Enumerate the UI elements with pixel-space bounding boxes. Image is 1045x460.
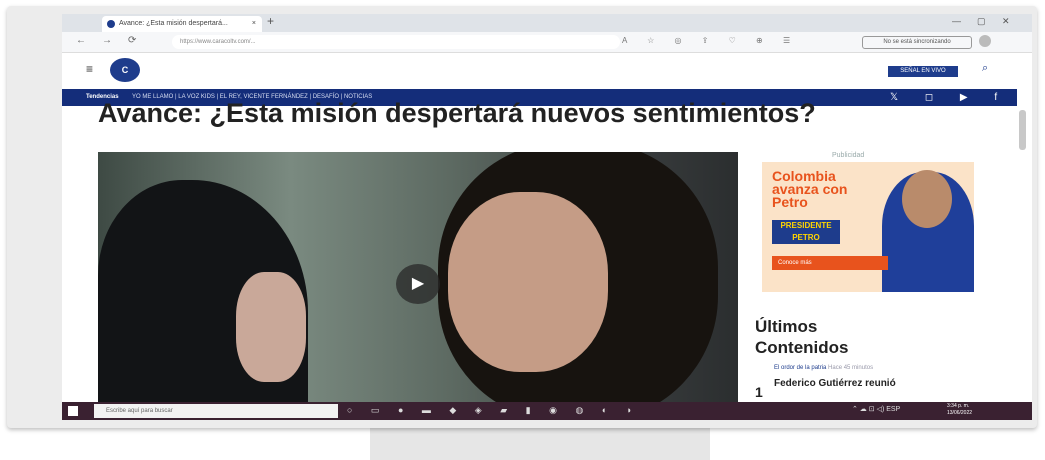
profile-avatar[interactable] — [979, 35, 991, 47]
hamburger-menu-icon[interactable]: ≡ — [86, 62, 93, 76]
clock-time: 3:34 p. m. — [947, 403, 970, 409]
tab-close-icon[interactable]: × — [252, 16, 256, 32]
minimize-icon[interactable]: — — [952, 16, 961, 26]
ad-cta-button[interactable]: Conoce más — [772, 256, 888, 270]
forward-icon[interactable]: → — [102, 35, 112, 46]
taskbar-app-icons[interactable]: ○ ▭ ● ▬ ◆ ◈ ▰ ▮ ◉ ◍ ◐ ◑ — [347, 405, 639, 416]
social-icons[interactable]: 𝕏 ◻ ▶ f — [890, 89, 1009, 106]
new-tab-button[interactable]: + — [267, 14, 274, 28]
site-logo[interactable]: C — [110, 58, 140, 82]
browser-tab-bar: Avance: ¿Esta misión despertará... × + —… — [62, 14, 1032, 32]
scrollbar-thumb[interactable] — [1019, 110, 1026, 150]
latest-item-number: 1 — [755, 384, 763, 400]
play-icon[interactable]: ▶ — [396, 264, 440, 304]
monitor: Avance: ¿Esta misión despertará... × + —… — [0, 0, 1045, 460]
maximize-icon[interactable]: ▢ — [977, 16, 986, 27]
latest-item-meta: El ordor de la patria Hace 45 minutos — [774, 365, 873, 371]
ad-badge: PRESIDENTE PETRO — [772, 220, 840, 244]
taskbar-clock[interactable]: 3:34 p. m. 13/06/2022 — [947, 403, 972, 417]
sync-button[interactable]: No se está sincronizando — [862, 36, 972, 49]
site-header: ≡ C SEÑAL EN VIVO ⌕ — [62, 53, 1017, 87]
ad-headline: Colombia avanza con Petro — [772, 169, 847, 210]
toolbar-icons[interactable]: A ☆ ◎ ⇪ ♡ ⊕ ☰ — [622, 36, 799, 45]
article-headline: Avance: ¿Esta misión despertará nuevos s… — [98, 98, 816, 128]
site-favicon-icon — [107, 20, 115, 28]
taskbar-search-input[interactable]: Escribe aquí para buscar — [94, 404, 338, 418]
video-frame-face — [236, 272, 306, 382]
browser-tab[interactable]: Avance: ¿Esta misión despertará... × — [102, 16, 262, 32]
back-icon[interactable]: ← — [76, 35, 86, 46]
clock-date: 13/06/2022 — [947, 410, 973, 416]
url-input[interactable]: https://www.caracoltv.com/... — [172, 35, 620, 49]
video-player[interactable]: ▶ — [98, 152, 738, 406]
latest-item-title[interactable]: Federico Gutiérrez reunió — [774, 378, 896, 389]
ad-line: Petro — [772, 194, 808, 210]
system-tray-icons[interactable]: ⌃ ☁ ⊡ ◁) ESP — [852, 405, 900, 413]
advertisement-banner[interactable]: Colombia avanza con Petro PRESIDENTE PET… — [762, 162, 974, 292]
latest-item-time: Hace 45 minutos — [828, 365, 874, 371]
latest-content-title: Últimos Contenidos — [755, 317, 849, 357]
advertising-label: Publicidad — [832, 152, 865, 159]
latest-item-category[interactable]: El ordor de la patria — [774, 365, 826, 371]
start-button[interactable] — [68, 406, 78, 416]
screen: Avance: ¿Esta misión despertará... × + —… — [62, 14, 1032, 420]
live-signal-button[interactable]: SEÑAL EN VIVO — [888, 66, 958, 77]
close-window-icon[interactable]: ✕ — [1002, 16, 1010, 27]
ad-person-head — [902, 170, 952, 228]
tab-title: Avance: ¿Esta misión despertará... — [119, 20, 228, 27]
monitor-stand — [370, 428, 710, 460]
reload-icon[interactable]: ⟳ — [128, 35, 136, 46]
windows-taskbar: Escribe aquí para buscar ○ ▭ ● ▬ ◆ ◈ ▰ ▮… — [62, 402, 1032, 420]
search-icon[interactable]: ⌕ — [982, 62, 988, 75]
video-frame-face — [448, 192, 608, 372]
address-bar-row: ← → ⟳ https://www.caracoltv.com/... A ☆ … — [62, 32, 1032, 53]
